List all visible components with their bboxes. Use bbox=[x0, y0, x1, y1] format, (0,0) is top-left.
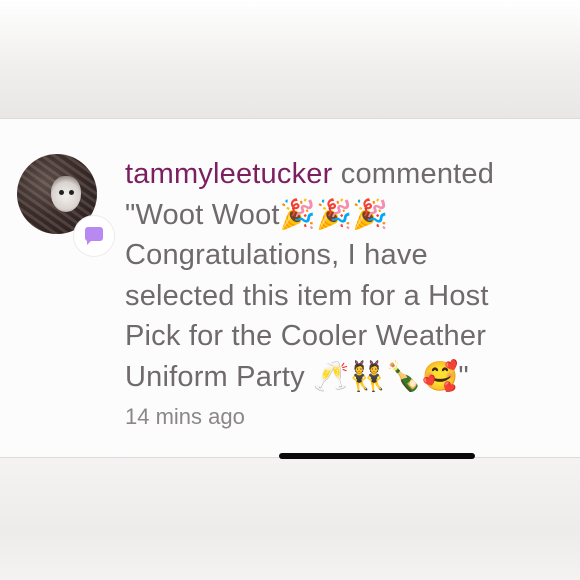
home-indicator bbox=[279, 453, 475, 459]
comment-line: Congratulations, I have bbox=[125, 239, 428, 271]
comment-header-line: tammyleetucker commented bbox=[125, 154, 565, 195]
blurred-footer-background bbox=[0, 458, 580, 580]
comment-badge bbox=[74, 216, 114, 256]
comment-line: selected this item for a Host bbox=[125, 279, 489, 312]
cat-face bbox=[51, 176, 81, 212]
comment-text: tammyleetucker commented "Woot Woot🎉🎉🎉 C… bbox=[125, 154, 565, 397]
comment-line: Pick for the Cooler Weather bbox=[125, 320, 487, 352]
comment-bubble-icon bbox=[85, 227, 103, 241]
cat-eye-left bbox=[59, 190, 64, 195]
comment-action: commented bbox=[340, 158, 495, 190]
comment-line: "Woot Woot🎉🎉🎉 bbox=[125, 198, 389, 231]
cat-eye-right bbox=[69, 190, 74, 195]
blurred-header-background bbox=[0, 0, 580, 118]
comment-bubble-tail bbox=[87, 240, 92, 245]
comment-line: Uniform Party 🥂👯🍾🥰" bbox=[125, 360, 469, 393]
username-link[interactable]: tammyleetucker bbox=[125, 158, 332, 190]
comment-timestamp: 14 mins ago bbox=[125, 404, 245, 429]
